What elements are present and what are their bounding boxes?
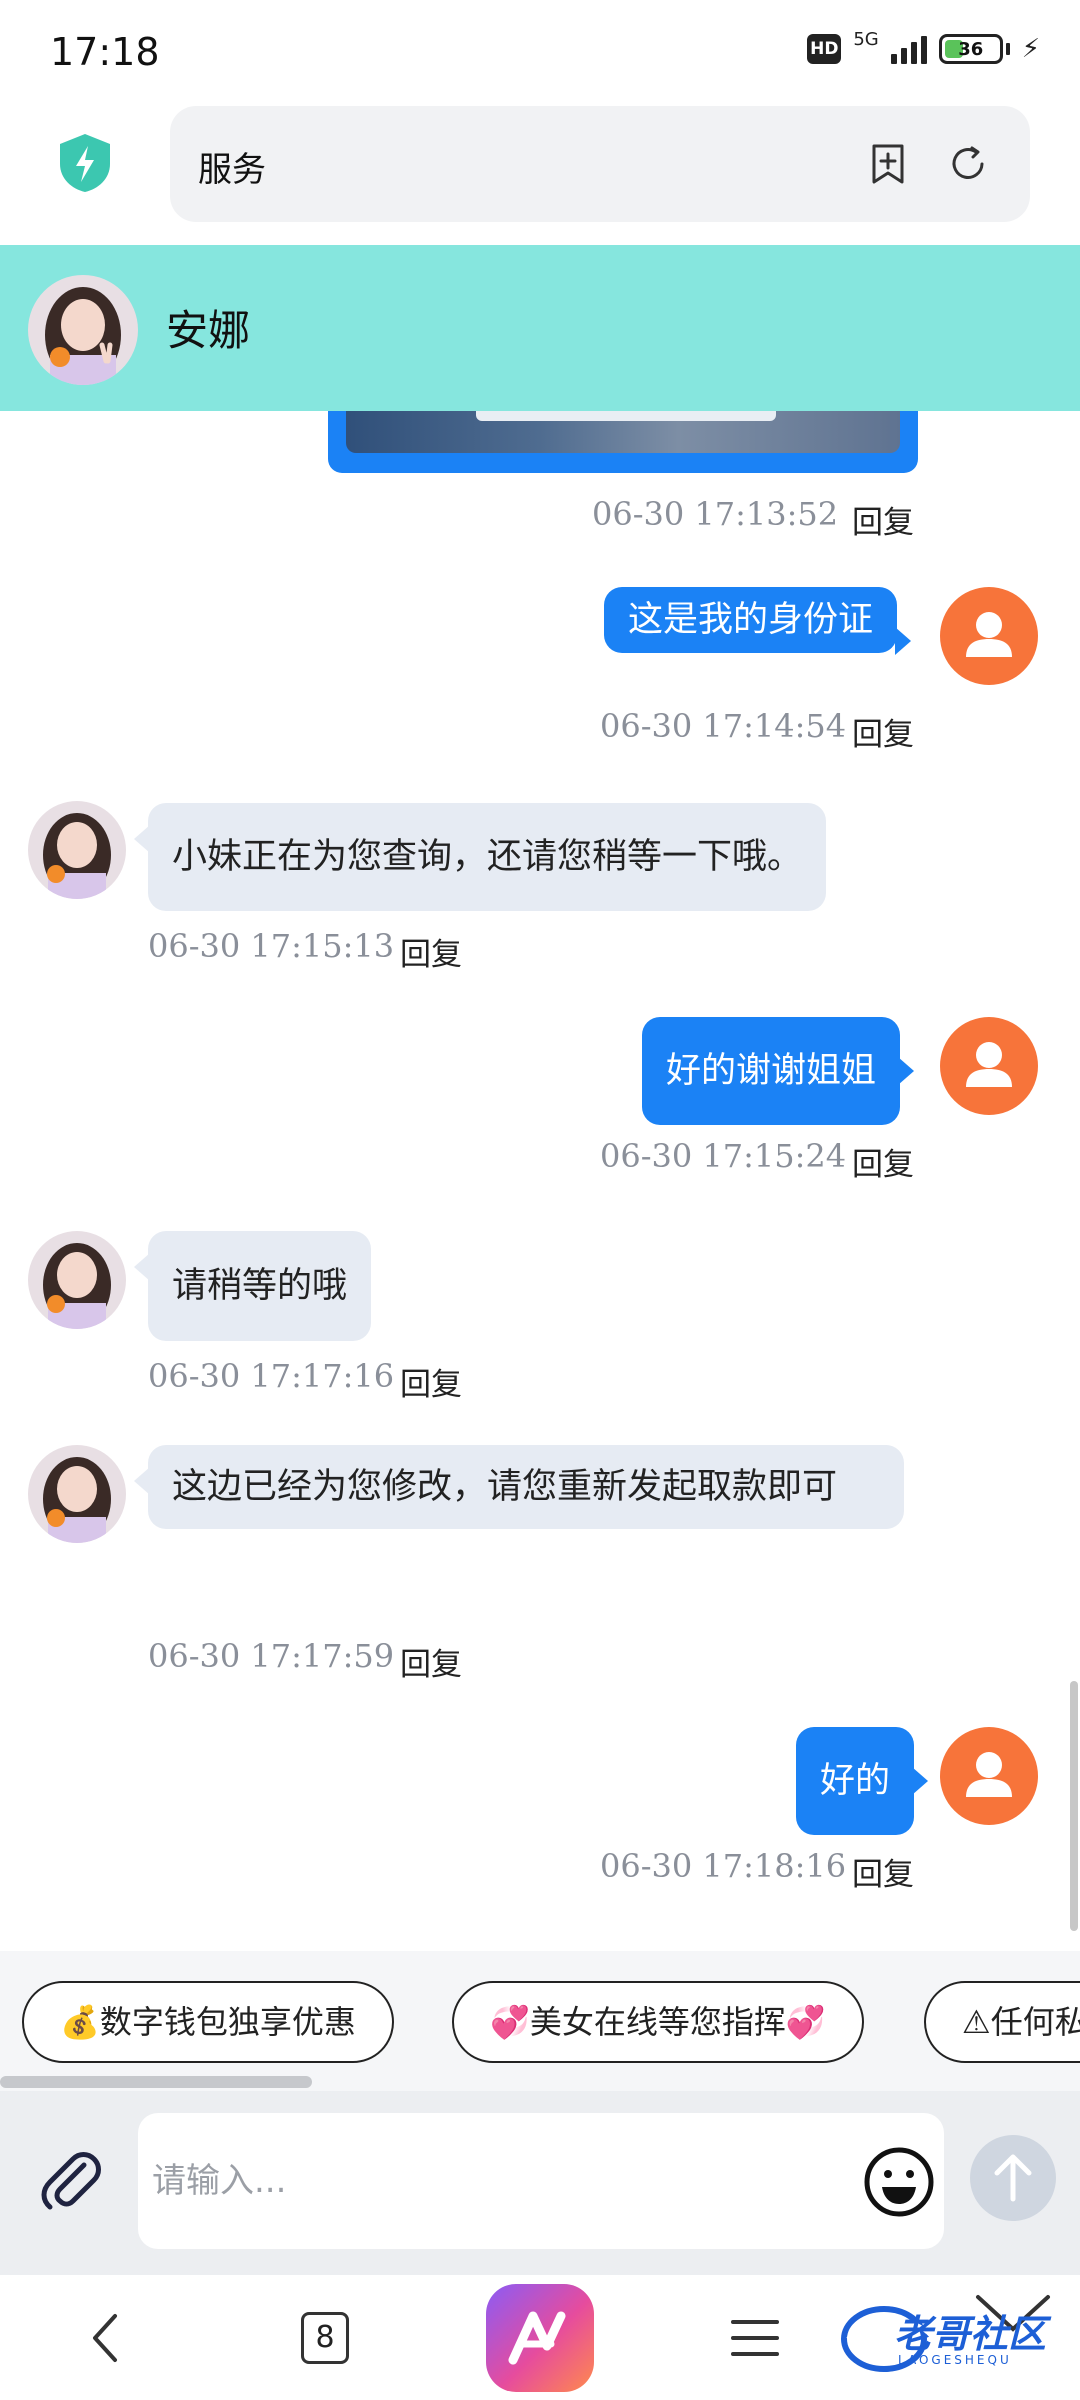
chat-contact-name: 安娜 xyxy=(166,306,251,355)
image-message[interactable] xyxy=(328,411,918,473)
watermark-subtext: LAOGESHEQU xyxy=(898,2353,1012,2367)
status-time: 17:18 xyxy=(50,30,160,74)
reply-link[interactable]: 回复 xyxy=(852,497,914,542)
status-icons: HD 5G 36 ⚡ xyxy=(807,29,1040,64)
reply-link[interactable]: 回复 xyxy=(852,1139,914,1184)
agent-avatar[interactable] xyxy=(28,1231,126,1329)
quick-replies-bar[interactable]: 💰数字钱包独享优惠 💞美女在线等您指挥💞 ⚠任何私 xyxy=(0,1951,1080,2091)
user-avatar[interactable] xyxy=(940,1727,1038,1825)
message-time: 06-30 17:15:13 xyxy=(148,927,395,965)
reply-link[interactable]: 回复 xyxy=(852,1849,914,1894)
browser-bar: 服务 xyxy=(0,100,1080,245)
ai-logo-icon xyxy=(486,2283,594,2392)
user-icon xyxy=(966,1042,1012,1087)
reply-link[interactable]: 回复 xyxy=(400,1359,462,1404)
user-icon xyxy=(966,1752,1012,1797)
charging-icon: ⚡ xyxy=(1021,34,1040,64)
user-icon xyxy=(966,612,1012,657)
chat-header: 安娜 xyxy=(0,245,1080,411)
message-input-bar xyxy=(0,2091,1080,2275)
hd-icon: HD xyxy=(807,34,842,64)
chips-scrollbar[interactable] xyxy=(0,2076,312,2088)
signal-icon xyxy=(890,34,927,64)
refresh-icon[interactable] xyxy=(946,142,990,186)
shield-lightning-icon[interactable] xyxy=(56,132,114,194)
message-time: 06-30 17:17:59 xyxy=(148,1637,395,1675)
agent-avatar[interactable] xyxy=(28,801,126,899)
tabs-button[interactable]: 8 xyxy=(280,2275,370,2400)
message-time: 06-30 17:13:52 xyxy=(592,495,839,533)
message-time: 06-30 17:18:16 xyxy=(600,1847,847,1885)
user-avatar[interactable] xyxy=(940,1017,1038,1115)
my-message-bubble[interactable]: 好的 xyxy=(796,1727,929,1835)
chevron-left-icon xyxy=(93,2313,117,2362)
user-avatar[interactable] xyxy=(940,587,1038,685)
message-input-box[interactable] xyxy=(138,2113,944,2249)
send-button[interactable] xyxy=(970,2135,1056,2221)
menu-icon xyxy=(731,2319,779,2356)
status-bar: 17:18 HD 5G 36 ⚡ xyxy=(0,0,1080,100)
watermark-logo: 老哥社区 LAOGESHEQU xyxy=(838,2293,1068,2383)
quick-reply-chip[interactable]: 💞美女在线等您指挥💞 xyxy=(452,1981,864,2063)
reply-link[interactable]: 回复 xyxy=(400,929,462,974)
my-message-bubble[interactable]: 好的谢谢姐姐 xyxy=(642,1017,915,1125)
bookmark-add-icon[interactable] xyxy=(866,142,910,186)
my-message-bubble[interactable]: 这是我的身份证 xyxy=(604,587,912,655)
battery-tip xyxy=(1005,43,1010,55)
message-time: 06-30 17:14:54 xyxy=(600,707,847,745)
arrow-up-icon xyxy=(994,2154,1032,2202)
agent-message-bubble[interactable]: 请稍等的哦 xyxy=(133,1231,372,1341)
network-type: 5G xyxy=(853,28,879,50)
emoji-icon[interactable] xyxy=(862,2145,936,2219)
url-text[interactable]: 服务 xyxy=(198,142,266,191)
reply-link[interactable]: 回复 xyxy=(400,1639,462,1684)
battery-icon: 36 xyxy=(938,34,1003,64)
browser-bottom-nav: 8 老哥社区 LAOGESHEQU xyxy=(0,2275,1080,2400)
agent-avatar[interactable] xyxy=(28,1445,126,1543)
url-bar[interactable]: 服务 xyxy=(170,106,1030,222)
agent-message-bubble[interactable]: 这边已经为您修改，请您重新发起取款即可 xyxy=(134,1445,904,1529)
agent-avatar[interactable] xyxy=(28,275,138,385)
reply-link[interactable]: 回复 xyxy=(852,709,914,754)
paperclip-icon[interactable] xyxy=(34,2143,104,2213)
chat-messages[interactable]: 06-30 17:13:52 回复 这是我的身份证 06-30 17:14:54… xyxy=(0,411,1080,1951)
ai-assistant-button[interactable] xyxy=(486,2275,594,2400)
quick-reply-chip[interactable]: ⚠任何私 xyxy=(924,1981,1080,2063)
message-time: 06-30 17:17:16 xyxy=(148,1357,395,1395)
message-image[interactable] xyxy=(346,411,900,453)
watermark-text: 老哥社区 xyxy=(894,2312,1047,2356)
back-button[interactable] xyxy=(70,2275,140,2400)
agent-message-bubble[interactable]: 小妹正在为您查询，还请您稍等一下哦。 xyxy=(133,803,827,911)
quick-reply-chip[interactable]: 💰数字钱包独享优惠 xyxy=(22,1981,394,2063)
tab-count: 8 xyxy=(301,2311,349,2364)
chat-scrollbar[interactable] xyxy=(1070,1681,1078,1931)
menu-button[interactable] xyxy=(720,2275,790,2400)
message-input[interactable] xyxy=(152,2153,832,2209)
battery-level: 36 xyxy=(958,38,984,60)
message-time: 06-30 17:15:24 xyxy=(600,1137,847,1175)
